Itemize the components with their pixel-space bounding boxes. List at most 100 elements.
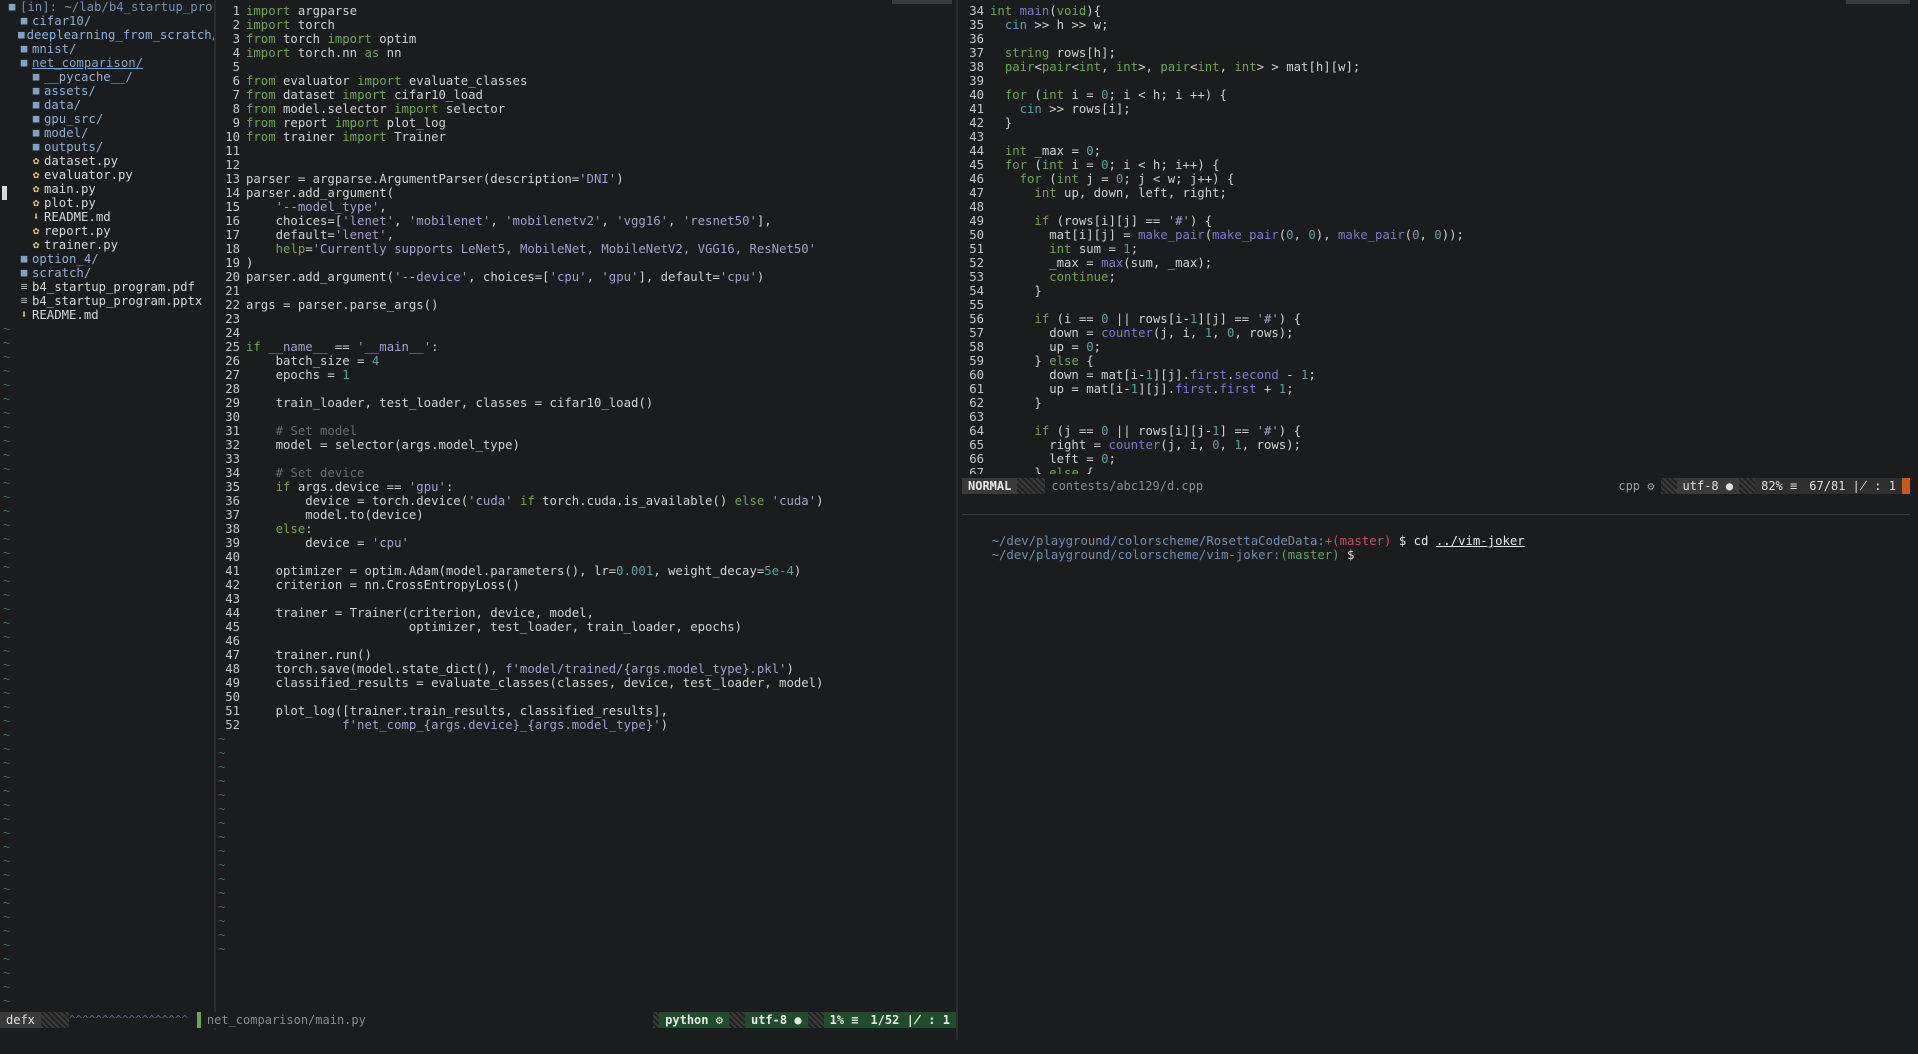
code-line[interactable]: 1 import argparse: [218, 4, 954, 18]
code-line[interactable]: 53 continue;: [962, 270, 1910, 284]
code-line[interactable]: 52 _max = max(sum, _max);: [962, 256, 1910, 270]
code-line[interactable]: 49 classified_results = evaluate_classes…: [218, 676, 954, 690]
code-line[interactable]: 45 for (int i = 0; i < h; i++) {: [962, 158, 1910, 172]
code-line[interactable]: 27 epochs = 1: [218, 368, 954, 382]
tree-file[interactable]: ✿ evaluator.py: [0, 168, 214, 182]
code-line[interactable]: 48: [962, 200, 1910, 214]
code-line[interactable]: 35 cin >> h >> w;: [962, 18, 1910, 32]
code-line[interactable]: 40: [218, 550, 954, 564]
code-line[interactable]: 57 down = counter(j, i, 1, 0, rows);: [962, 326, 1910, 340]
python-editor[interactable]: 1 import argparse 2 import torch 3 from torch…: [218, 4, 954, 1012]
code-line[interactable]: 44 trainer = Trainer(criterion, device, …: [218, 606, 954, 620]
code-line[interactable]: 5: [218, 60, 954, 74]
code-line[interactable]: 63: [962, 410, 1910, 424]
code-line[interactable]: 65 right = counter(j, i, 0, 1, rows);: [962, 438, 1910, 452]
tree-folder[interactable]: ■ outputs/: [0, 140, 214, 154]
code-line[interactable]: 39: [962, 74, 1910, 88]
code-line[interactable]: 38 pair<pair<int, int>, pair<int, int> >…: [962, 60, 1910, 74]
tree-file[interactable]: ✿ main.py: [0, 182, 214, 196]
file-tree-pane[interactable]: ■ [in]: ~/lab/b4_startup_pro ■ cifar10/■ d…: [0, 0, 214, 1012]
code-line[interactable]: 26 batch_size = 4: [218, 354, 954, 368]
tree-folder[interactable]: ■ data/: [0, 98, 214, 112]
code-line[interactable]: 47 int up, down, left, right;: [962, 186, 1910, 200]
code-line[interactable]: 30: [218, 410, 954, 424]
code-line[interactable]: 64 if (j == 0 || rows[i][j-1] == '#') {: [962, 424, 1910, 438]
pane-divider[interactable]: [214, 0, 216, 1030]
tree-file[interactable]: ⬇ README.md: [0, 210, 214, 224]
tree-file[interactable]: ≡ b4_startup_program.pdf: [0, 280, 214, 294]
code-line[interactable]: 11: [218, 144, 954, 158]
code-line[interactable]: 61 up = mat[i-1][j].first.first + 1;: [962, 382, 1910, 396]
tree-folder[interactable]: ■ scratch/: [0, 266, 214, 280]
tree-folder[interactable]: ■ assets/: [0, 84, 214, 98]
code-line[interactable]: 42 }: [962, 116, 1910, 130]
code-line[interactable]: 32 model = selector(args.model_type): [218, 438, 954, 452]
tree-folder[interactable]: ■ net_comparison/: [0, 56, 214, 70]
code-line[interactable]: 25 if __name__ == '__main__':: [218, 340, 954, 354]
tree-file[interactable]: ≡ b4_startup_program.pptx: [0, 294, 214, 308]
code-line[interactable]: 19): [218, 256, 954, 270]
code-line[interactable]: 41 cin >> rows[i];: [962, 102, 1910, 116]
code-line[interactable]: 37 string rows[h];: [962, 46, 1910, 60]
code-line[interactable]: 38 else:: [218, 522, 954, 536]
code-line[interactable]: 34 # Set device: [218, 466, 954, 480]
code-line[interactable]: 55: [962, 298, 1910, 312]
code-line[interactable]: 36: [962, 32, 1910, 46]
code-line[interactable]: 10 from trainer import Trainer: [218, 130, 954, 144]
tree-folder[interactable]: ■ mnist/: [0, 42, 214, 56]
code-line[interactable]: 7 from dataset import cifar10_load: [218, 88, 954, 102]
code-line[interactable]: 4 import torch.nn as nn: [218, 46, 954, 60]
code-line[interactable]: 49 if (rows[i][j] == '#') {: [962, 214, 1910, 228]
code-line[interactable]: 34 int main(void){: [962, 4, 1910, 18]
code-line[interactable]: 28: [218, 382, 954, 396]
tree-file[interactable]: ⬇ README.md: [0, 308, 214, 322]
code-line[interactable]: 20 parser.add_argument('--device', choice…: [218, 270, 954, 284]
code-line[interactable]: 59 } else {: [962, 354, 1910, 368]
code-line[interactable]: 21: [218, 284, 954, 298]
tree-folder[interactable]: ■ model/: [0, 126, 214, 140]
tree-folder[interactable]: ■ deeplearning_from_scratch/: [0, 28, 214, 42]
code-line[interactable]: 3 from torch import optim: [218, 32, 954, 46]
code-line[interactable]: 50 mat[i][j] = make_pair(make_pair(0, 0)…: [962, 228, 1910, 242]
tree-folder[interactable]: ■ cifar10/: [0, 14, 214, 28]
code-line[interactable]: 46: [218, 634, 954, 648]
code-line[interactable]: 48 torch.save(model.state_dict(), f'mode…: [218, 662, 954, 676]
code-line[interactable]: 50: [218, 690, 954, 704]
code-line[interactable]: 51 int sum = 1;: [962, 242, 1910, 256]
code-line[interactable]: 41 optimizer = optim.Adam(model.paramete…: [218, 564, 954, 578]
code-line[interactable]: 12: [218, 158, 954, 172]
code-line[interactable]: 17 default='lenet',: [218, 228, 954, 242]
tree-folder[interactable]: ■ gpu_src/: [0, 112, 214, 126]
code-line[interactable]: 39 device = 'cpu': [218, 536, 954, 550]
code-line[interactable]: 54 }: [962, 284, 1910, 298]
code-line[interactable]: 60 down = mat[i-1][j].first.second - 1;: [962, 368, 1910, 382]
code-line[interactable]: 18 help='Currently supports LeNet5, Mobi…: [218, 242, 954, 256]
code-line[interactable]: 22 args = parser.parse_args(): [218, 298, 954, 312]
code-line[interactable]: 14 parser.add_argument(: [218, 186, 954, 200]
cpp-editor[interactable]: 34 int main(void){35 cin >> h >> w; 36 37 s…: [962, 4, 1910, 474]
code-line[interactable]: 40 for (int i = 0; i < h; i ++) {: [962, 88, 1910, 102]
code-line[interactable]: 29 train_loader, test_loader, classes = …: [218, 396, 954, 410]
code-line[interactable]: 2 import torch: [218, 18, 954, 32]
code-line[interactable]: 66 left = 0;: [962, 452, 1910, 466]
code-line[interactable]: 35 if args.device == 'gpu':: [218, 480, 954, 494]
code-line[interactable]: 13 parser = argparse.ArgumentParser(descr…: [218, 172, 954, 186]
code-line[interactable]: 8 from model.selector import selector: [218, 102, 954, 116]
tree-folder[interactable]: ■ __pycache__/: [0, 70, 214, 84]
pane-divider-2[interactable]: [956, 0, 958, 1040]
code-line[interactable]: 43: [218, 592, 954, 606]
code-line[interactable]: 23: [218, 312, 954, 326]
code-line[interactable]: 46 for (int j = 0; j < w; j++) {: [962, 172, 1910, 186]
code-line[interactable]: 24: [218, 326, 954, 340]
code-line[interactable]: 47 trainer.run(): [218, 648, 954, 662]
code-line[interactable]: 56 if (i == 0 || rows[i-1][j] == '#') {: [962, 312, 1910, 326]
code-line[interactable]: 43: [962, 130, 1910, 144]
tree-file[interactable]: ✿ dataset.py: [0, 154, 214, 168]
code-line[interactable]: 62 }: [962, 396, 1910, 410]
code-line[interactable]: 67 } else {: [962, 466, 1910, 474]
tree-file[interactable]: ✿ trainer.py: [0, 238, 214, 252]
terminal-pane[interactable]: ~/dev/playground/colorscheme/RosettaCode…: [962, 520, 1910, 640]
code-line[interactable]: 9 from report import plot_log: [218, 116, 954, 130]
code-line[interactable]: 33: [218, 452, 954, 466]
tree-folder[interactable]: ■ option_4/: [0, 252, 214, 266]
